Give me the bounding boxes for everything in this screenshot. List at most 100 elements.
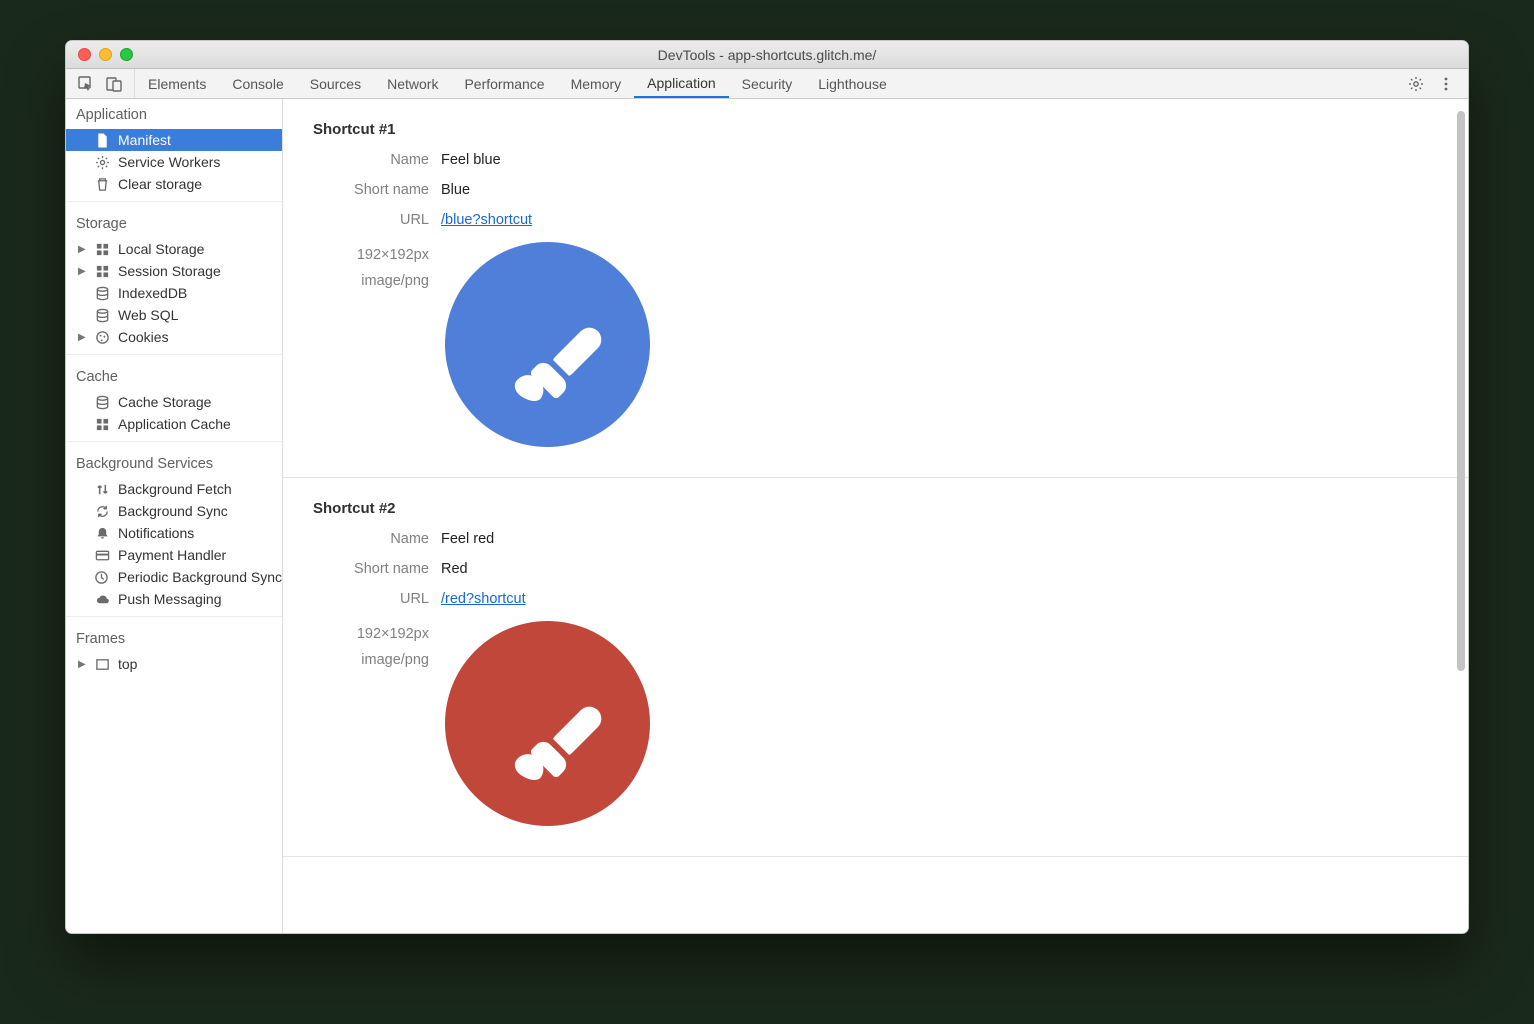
sidebar-item-push-messaging[interactable]: Push Messaging: [66, 588, 282, 610]
field-value-url: /red?shortcut: [441, 591, 526, 607]
field-label: URL: [313, 212, 441, 228]
sidebar-item-label: Notifications: [118, 525, 194, 541]
shortcut-heading: Shortcut #1: [313, 121, 1438, 138]
more-icon[interactable]: [1438, 76, 1454, 92]
shortcut-url-link[interactable]: /blue?shortcut: [441, 212, 532, 228]
shortcut-block-1: Shortcut #1NameFeel blueShort nameBlueUR…: [283, 99, 1468, 478]
shortcut-icon-preview: [445, 242, 650, 447]
expand-arrow-icon[interactable]: ▶: [78, 266, 86, 277]
sidebar-item-periodic-background-sync[interactable]: Periodic Background Sync: [66, 566, 282, 588]
sidebar-section-background-services: Background Services: [66, 448, 282, 478]
icon-meta: 192×192pximage/png: [313, 242, 441, 294]
close-window-button[interactable]: [78, 48, 91, 61]
field-value-name: Feel blue: [441, 152, 501, 168]
expand-arrow-icon[interactable]: ▶: [78, 332, 86, 343]
scrollbar[interactable]: [1457, 111, 1465, 671]
card-icon: [94, 547, 110, 563]
shortcut-url-link[interactable]: /red?shortcut: [441, 591, 526, 607]
sidebar-item-label: Cookies: [118, 329, 169, 345]
sidebar-item-cookies[interactable]: ▶ Cookies: [66, 326, 282, 348]
tab-performance[interactable]: Performance: [451, 69, 557, 98]
sidebar-item-label: Background Fetch: [118, 481, 232, 497]
field-label: URL: [313, 591, 441, 607]
sync-icon: [94, 503, 110, 519]
sidebar-item-session-storage[interactable]: ▶ Session Storage: [66, 260, 282, 282]
sidebar-item-label: Session Storage: [118, 263, 221, 279]
field-value-name: Feel red: [441, 531, 494, 547]
field-value-shortname: Blue: [441, 182, 470, 198]
sidebar-item-application-cache[interactable]: Application Cache: [66, 413, 282, 435]
grid-icon: [94, 241, 110, 257]
db-icon: [94, 394, 110, 410]
frame-icon: [94, 656, 110, 672]
field-label: Name: [313, 531, 441, 547]
minimize-window-button[interactable]: [99, 48, 112, 61]
maximize-window-button[interactable]: [120, 48, 133, 61]
icon-meta: 192×192pximage/png: [313, 621, 441, 673]
sidebar-item-label: Application Cache: [118, 416, 231, 432]
sidebar-item-label: top: [118, 656, 137, 672]
expand-arrow-icon[interactable]: ▶: [78, 244, 86, 255]
shortcut-heading: Shortcut #2: [313, 500, 1438, 517]
sidebar-item-label: Cache Storage: [118, 394, 211, 410]
panel-tabs: ElementsConsoleSourcesNetworkPerformance…: [135, 69, 900, 98]
window-title: DevTools - app-shortcuts.glitch.me/: [658, 47, 877, 63]
sidebar-item-notifications[interactable]: Notifications: [66, 522, 282, 544]
inspect-icon[interactable]: [78, 76, 94, 92]
expand-arrow-icon[interactable]: ▶: [78, 659, 86, 670]
updown-icon: [94, 481, 110, 497]
sidebar-item-local-storage[interactable]: ▶ Local Storage: [66, 238, 282, 260]
sidebar-item-label: Service Workers: [118, 154, 220, 170]
file-icon: [94, 132, 110, 148]
tab-application[interactable]: Application: [634, 69, 729, 98]
tab-security[interactable]: Security: [729, 69, 806, 98]
sidebar-item-label: Periodic Background Sync: [118, 569, 282, 585]
field-label: Short name: [313, 182, 441, 198]
tab-memory[interactable]: Memory: [558, 69, 635, 98]
body-split: Application Manifest Service Workers Clear …: [66, 99, 1468, 933]
sidebar-section-cache: Cache: [66, 361, 282, 391]
sidebar-item-label: Payment Handler: [118, 547, 226, 563]
application-sidebar: Application Manifest Service Workers Clear …: [66, 99, 283, 933]
field-label: Short name: [313, 561, 441, 577]
gear-icon: [94, 154, 110, 170]
brush-icon: [502, 299, 629, 426]
shortcut-icon-preview: [445, 621, 650, 826]
cloud-icon: [94, 591, 110, 607]
tab-sources[interactable]: Sources: [297, 69, 374, 98]
sidebar-item-label: Manifest: [118, 132, 171, 148]
window-titlebar: DevTools - app-shortcuts.glitch.me/: [66, 41, 1468, 69]
sidebar-item-label: Clear storage: [118, 176, 202, 192]
grid-icon: [94, 416, 110, 432]
devtools-toolbar: ElementsConsoleSourcesNetworkPerformance…: [66, 69, 1468, 99]
db-icon: [94, 307, 110, 323]
sidebar-section-storage: Storage: [66, 208, 282, 238]
trash-icon: [94, 176, 110, 192]
device-mode-icon[interactable]: [106, 76, 122, 92]
sidebar-item-clear-storage[interactable]: Clear storage: [66, 173, 282, 195]
bell-icon: [94, 525, 110, 541]
sidebar-section-application: Application: [66, 99, 282, 129]
field-value-shortname: Red: [441, 561, 468, 577]
shortcut-block-2: Shortcut #2 NameFeel redShort nameRedURL/…: [283, 478, 1468, 857]
sidebar-item-service-workers[interactable]: Service Workers: [66, 151, 282, 173]
sidebar-item-payment-handler[interactable]: Payment Handler: [66, 544, 282, 566]
sidebar-item-label: Local Storage: [118, 241, 204, 257]
settings-icon[interactable]: [1408, 76, 1424, 92]
tab-network[interactable]: Network: [374, 69, 451, 98]
sidebar-item-label: Background Sync: [118, 503, 228, 519]
grid-icon: [94, 263, 110, 279]
sidebar-section-frames: Frames: [66, 623, 282, 653]
sidebar-item-indexeddb[interactable]: IndexedDB: [66, 282, 282, 304]
tab-lighthouse[interactable]: Lighthouse: [805, 69, 900, 98]
sidebar-item-label: Web SQL: [118, 307, 178, 323]
sidebar-item-background-fetch[interactable]: Background Fetch: [66, 478, 282, 500]
sidebar-item-cache-storage[interactable]: Cache Storage: [66, 391, 282, 413]
sidebar-item-top[interactable]: ▶ top: [66, 653, 282, 675]
tab-elements[interactable]: Elements: [135, 69, 219, 98]
tab-console[interactable]: Console: [219, 69, 296, 98]
sidebar-item-label: IndexedDB: [118, 285, 187, 301]
sidebar-item-background-sync[interactable]: Background Sync: [66, 500, 282, 522]
sidebar-item-web-sql[interactable]: Web SQL: [66, 304, 282, 326]
sidebar-item-manifest[interactable]: Manifest: [66, 129, 282, 151]
